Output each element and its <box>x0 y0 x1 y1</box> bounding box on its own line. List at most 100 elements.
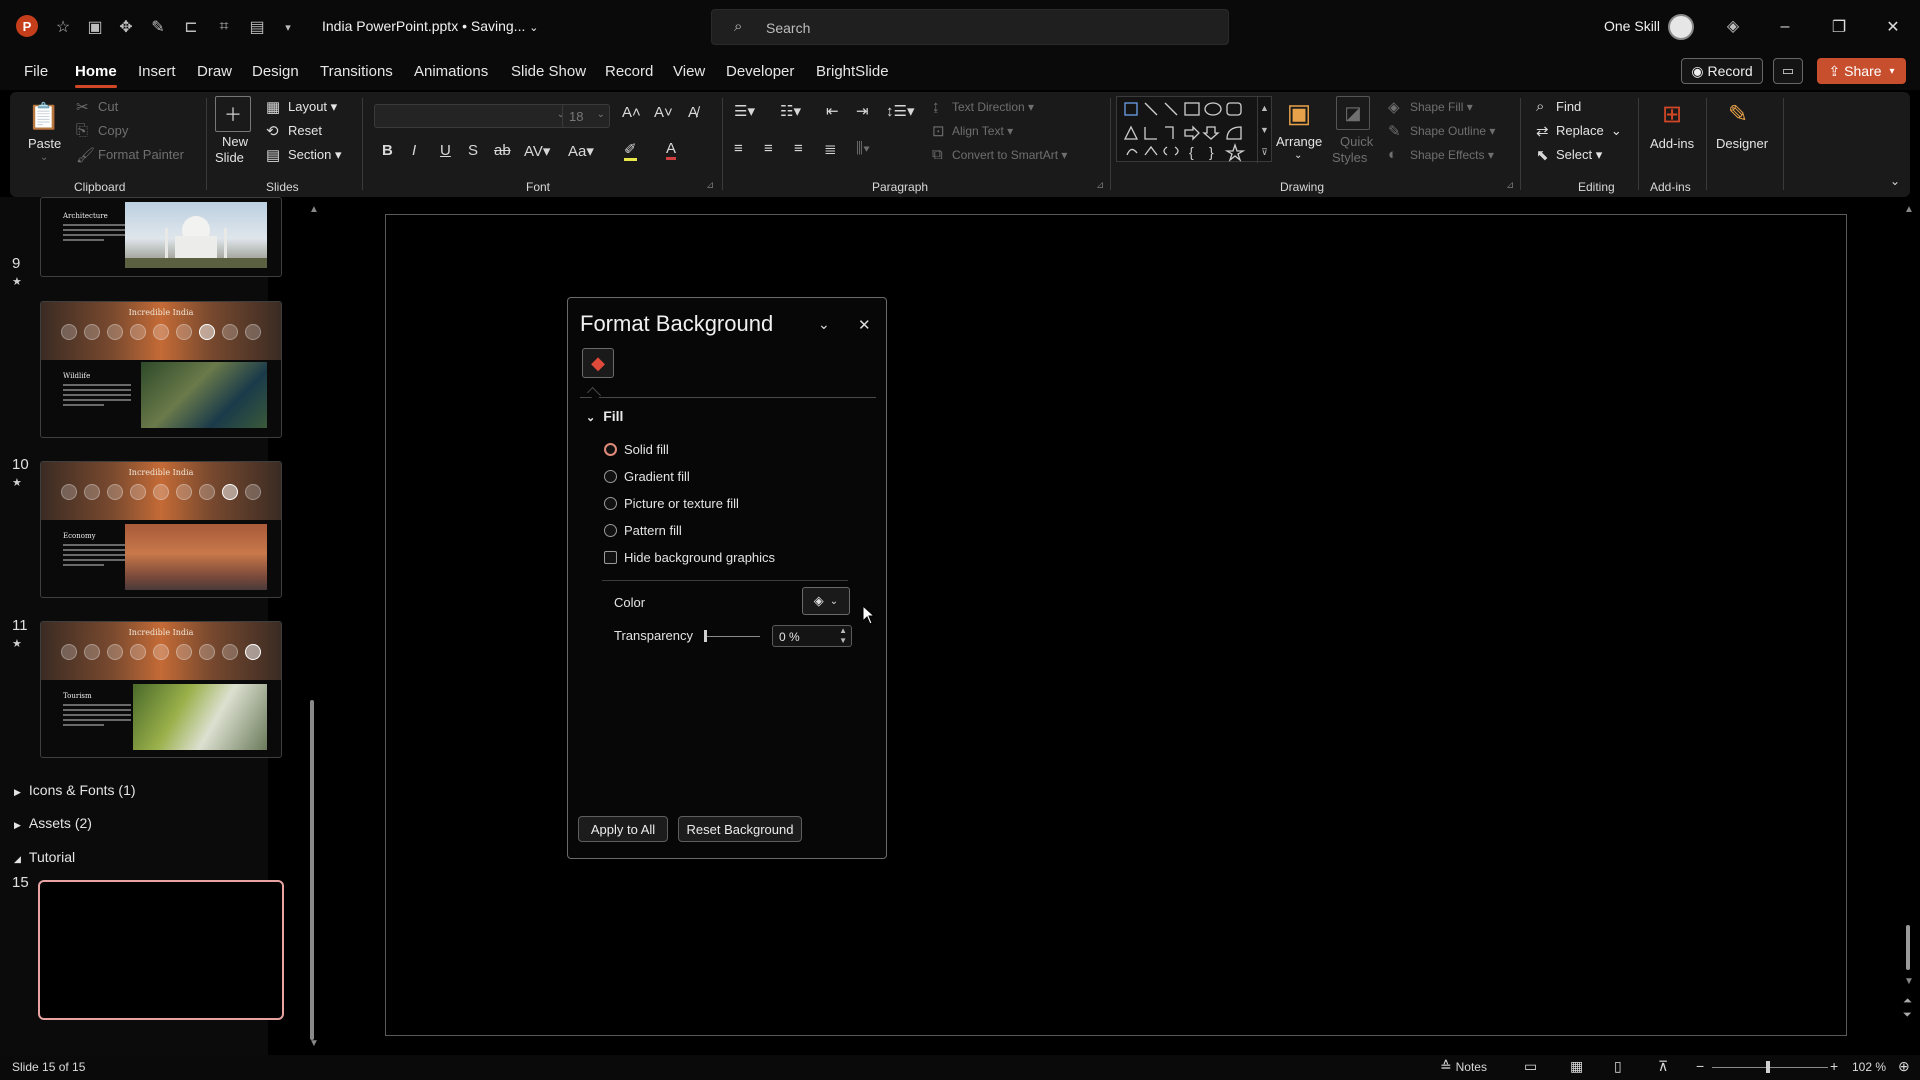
arrange-chevron-icon[interactable]: ⌄ <box>1294 150 1302 161</box>
zoom-in-icon[interactable]: + <box>1830 1058 1838 1074</box>
picture-icon[interactable]: ▣ <box>84 16 106 38</box>
solid-fill-label[interactable]: Solid fill <box>624 442 669 457</box>
gallery-scroll-icon[interactable]: ▲ ▼ ⊽ <box>1257 97 1271 163</box>
tab-view[interactable]: View <box>673 63 705 80</box>
underline-icon[interactable]: U <box>440 142 451 159</box>
shadow-icon[interactable]: S <box>468 142 478 159</box>
align-center-icon[interactable]: ≡ <box>764 140 773 157</box>
tab-developer[interactable]: Developer <box>726 63 794 80</box>
pane-scroll-up-icon[interactable]: ▲ <box>309 204 319 215</box>
zoom-slider-thumb[interactable] <box>1766 1061 1770 1073</box>
slide-thumbnail-10[interactable]: Incredible India Economy <box>40 461 282 598</box>
reading-view-icon[interactable]: ▯ <box>1614 1058 1622 1075</box>
italic-icon[interactable]: I <box>412 142 416 159</box>
shrink-font-icon[interactable]: A˅ <box>654 104 673 121</box>
customize-toolbar-icon[interactable]: ▾ <box>277 16 299 38</box>
draw-icon[interactable]: ✎ <box>147 16 169 38</box>
pane-options-chevron-icon[interactable]: ⌄ <box>818 316 830 333</box>
tab-insert[interactable]: Insert <box>138 63 176 80</box>
crop-icon[interactable]: ⌗ <box>213 16 235 38</box>
slide-thumbnail-11[interactable]: Incredible India Tourism <box>40 621 282 758</box>
bold-icon[interactable]: B <box>382 142 393 159</box>
drawing-dialog-launcher-icon[interactable]: ⊿ <box>1506 180 1514 191</box>
user-name[interactable]: One Skill <box>1604 18 1660 34</box>
paste-chevron-icon[interactable]: ⌄ <box>40 152 48 163</box>
search-input[interactable]: ⌕ Search <box>711 9 1229 45</box>
tab-file[interactable]: File <box>24 63 48 80</box>
slide-sorter-icon[interactable]: ▦ <box>1570 1058 1583 1075</box>
paste-button[interactable]: Paste <box>28 136 61 151</box>
shape-outline-button[interactable]: Shape Outline ▾ <box>1410 124 1495 138</box>
arrange-icon[interactable]: ▣ <box>1282 96 1316 130</box>
justify-icon[interactable]: ≣ <box>824 140 837 158</box>
highlight-icon[interactable]: ✐ <box>624 140 637 161</box>
tab-home[interactable]: Home <box>75 63 117 88</box>
pattern-fill-radio[interactable] <box>604 524 617 537</box>
numbering-icon[interactable]: ☷▾ <box>780 102 801 120</box>
canvas-scroll-down-icon[interactable]: ▼ <box>1904 976 1914 987</box>
spinner-arrows-icon[interactable]: ▲ ▼ <box>839 626 847 646</box>
align-right-icon[interactable]: ≡ <box>794 140 803 157</box>
designer-button[interactable]: Designer <box>1716 136 1768 151</box>
character-spacing-icon[interactable]: AV▾ <box>524 142 550 160</box>
slide-thumbnail-9[interactable]: Incredible India Wildlife <box>40 301 282 438</box>
reset-background-button[interactable]: Reset Background <box>678 816 802 842</box>
pane-scroll-down-icon[interactable]: ▼ <box>309 1038 319 1049</box>
convert-smartart-button[interactable]: Convert to SmartArt ▾ <box>952 148 1067 162</box>
image-icon[interactable]: ▤ <box>246 16 268 38</box>
increase-indent-icon[interactable]: ⇥ <box>856 102 869 120</box>
paste-icon[interactable]: 📋 <box>28 96 60 136</box>
collapse-ribbon-icon[interactable]: ⌄ <box>1890 174 1900 188</box>
font-color-icon[interactable]: A <box>666 140 677 160</box>
quick-styles-label-1[interactable]: Quick <box>1340 134 1373 149</box>
share-button[interactable]: ⇪ Share ▾ <box>1817 58 1906 84</box>
apply-to-all-button[interactable]: Apply to All <box>578 816 668 842</box>
shapes-gallery[interactable]: { } ▲ ▼ ⊽ <box>1116 96 1272 163</box>
pattern-fill-label[interactable]: Pattern fill <box>624 523 682 538</box>
transparency-slider-thumb[interactable] <box>704 630 707 642</box>
zoom-level[interactable]: 102 % <box>1852 1060 1886 1074</box>
font-dialog-launcher-icon[interactable]: ⊿ <box>706 180 714 191</box>
hide-graphics-label[interactable]: Hide background graphics <box>624 550 775 565</box>
arrange-button[interactable]: Arrange <box>1276 134 1322 149</box>
close-icon[interactable]: ✕ <box>1873 14 1913 40</box>
tab-brightslide[interactable]: BrightSlide <box>816 63 889 80</box>
diamond-premium-icon[interactable]: ◈ <box>1722 15 1744 37</box>
new-slide-icon[interactable]: ＋ <box>215 96 251 132</box>
columns-icon[interactable]: ⫼▾ <box>856 140 870 157</box>
replace-button[interactable]: Replace ⌄ <box>1556 123 1622 139</box>
format-painter-button[interactable]: Format Painter <box>98 147 184 162</box>
align-left-icon[interactable]: ≡ <box>734 140 743 157</box>
transparency-spinner[interactable]: 0 % ▲ ▼ <box>772 625 852 647</box>
color-picker-button[interactable]: ◈ ⌄ <box>802 587 850 615</box>
shape-effects-button[interactable]: Shape Effects ▾ <box>1410 148 1494 162</box>
avatar[interactable] <box>1668 14 1694 40</box>
favorites-icon[interactable]: ☆ <box>52 16 74 38</box>
tab-transitions[interactable]: Transitions <box>320 63 393 80</box>
canvas-scrollbar[interactable] <box>1906 925 1910 970</box>
zoom-out-icon[interactable]: − <box>1696 1058 1704 1074</box>
bullets-icon[interactable]: ☰▾ <box>734 102 755 120</box>
slide-thumbnail-8[interactable]: Architecture <box>40 197 282 277</box>
hide-graphics-checkbox[interactable] <box>604 551 617 564</box>
clear-formatting-icon[interactable]: A̸ <box>688 104 698 121</box>
decrease-indent-icon[interactable]: ⇤ <box>826 102 839 120</box>
align-text-button[interactable]: Align Text ▾ <box>952 124 1013 138</box>
tab-animations[interactable]: Animations <box>414 63 488 80</box>
tab-record[interactable]: Record <box>605 63 653 80</box>
prev-next-slide-icon[interactable]: ⏶ ⏷ <box>1903 994 1912 1022</box>
addins-button[interactable]: Add-ins <box>1650 136 1694 151</box>
picture-texture-fill-radio[interactable] <box>604 497 617 510</box>
layout-button[interactable]: Layout ▾ <box>288 99 337 115</box>
transparency-slider-track[interactable] <box>704 636 760 637</box>
select-button[interactable]: Select ▾ <box>1556 147 1602 163</box>
gradient-fill-radio[interactable] <box>604 470 617 483</box>
cut-button[interactable]: Cut <box>98 99 118 114</box>
section-button[interactable]: Section ▾ <box>288 147 342 163</box>
shape-fill-button[interactable]: Shape Fill ▾ <box>1410 100 1473 114</box>
close-pane-icon[interactable]: ✕ <box>858 316 871 334</box>
tab-draw[interactable]: Draw <box>197 63 232 80</box>
new-slide-label-1[interactable]: New <box>222 134 248 149</box>
minimize-icon[interactable]: – <box>1765 14 1805 40</box>
comments-button[interactable]: ▭ <box>1773 58 1803 84</box>
